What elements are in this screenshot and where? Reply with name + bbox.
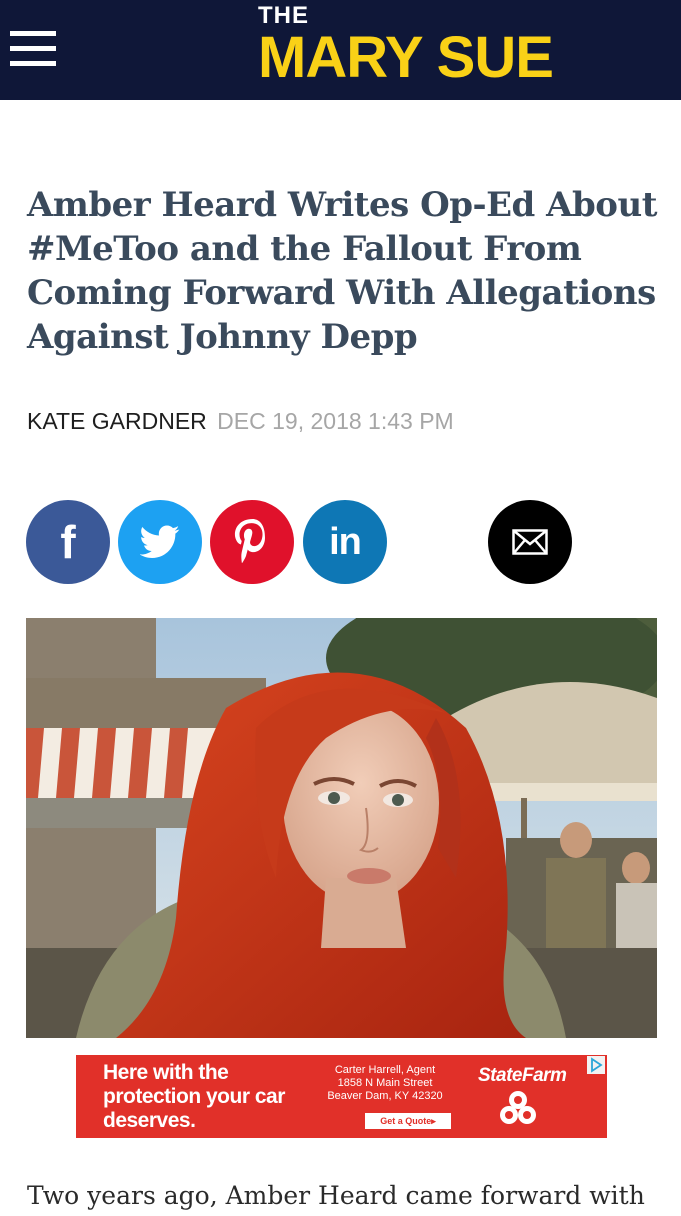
ad-agent-name: Carter Harrell, Agent: [334, 1064, 436, 1076]
share-twitter-button[interactable]: [118, 500, 202, 584]
article-body-first-line: Two years ago, Amber Heard came forward …: [27, 1181, 645, 1210]
ad-banner[interactable]: Here with the protection your car deserv…: [76, 1055, 607, 1138]
statefarm-logo-icon: [500, 1091, 536, 1124]
hero-illustration: [26, 618, 657, 1038]
share-pinterest-button[interactable]: [210, 500, 294, 584]
twitter-bird-icon: [140, 525, 180, 558]
publish-date: DEC 19, 2018 1:43 PM: [217, 408, 454, 434]
author-link[interactable]: KATE GARDNER: [27, 408, 207, 434]
share-facebook-button[interactable]: f: [26, 500, 110, 584]
menu-line: [10, 31, 56, 36]
ad-brand-name: StateFarm: [478, 1065, 567, 1086]
facebook-icon: f: [60, 516, 76, 568]
pinterest-icon: [234, 519, 265, 563]
share-linkedin-button[interactable]: in: [303, 500, 387, 584]
ad-choices-icon[interactable]: [587, 1056, 605, 1074]
site-header: THE MARY SUE: [0, 0, 681, 100]
ad-headline: Here with the protection your car deserv…: [103, 1061, 285, 1132]
linkedin-icon: in: [329, 521, 362, 563]
hamburger-menu-icon[interactable]: [10, 31, 56, 67]
byline: KATE GARDNER DEC 19, 2018 1:43 PM: [27, 408, 454, 435]
envelope-icon: [512, 529, 548, 555]
menu-line: [10, 46, 56, 51]
site-logo[interactable]: THE MARY SUE: [258, 2, 608, 94]
menu-line: [10, 61, 56, 66]
ad-agent-city: Beaver Dam, KY 42320: [327, 1090, 443, 1102]
article-title: Amber Heard Writes Op-Ed About #MeToo an…: [27, 185, 657, 357]
ad-agent-info: Carter Harrell, Agent 1858 N Main Street…: [310, 1064, 460, 1103]
ad-agent-street: 1858 N Main Street: [337, 1077, 433, 1089]
logo-name: MARY SUE: [258, 25, 554, 90]
ad-cta-button[interactable]: Get a Quote▸: [365, 1113, 451, 1129]
article-hero-image: [26, 618, 657, 1038]
share-email-button[interactable]: [488, 500, 572, 584]
